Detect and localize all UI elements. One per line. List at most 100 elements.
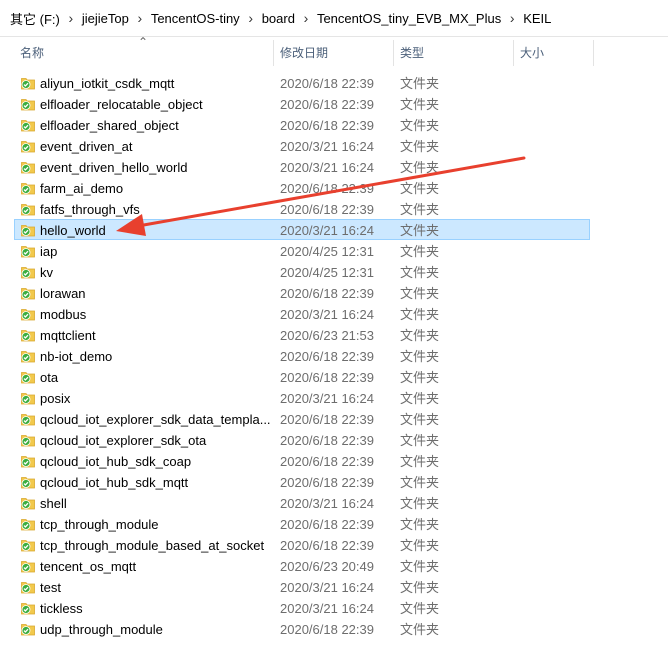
column-divider[interactable]: [273, 40, 274, 66]
file-type: 文件夹: [400, 370, 440, 385]
table-row[interactable]: mqttclient 2020/6/23 21:53 文件夹: [14, 324, 590, 345]
folder-icon: [21, 456, 35, 468]
file-name: qcloud_iot_explorer_sdk_ota: [40, 433, 207, 448]
breadcrumb-item[interactable]: 其它 (F:): [0, 9, 64, 28]
breadcrumb-chevron-icon[interactable]: ›: [64, 10, 78, 26]
table-row[interactable]: aliyun_iotkit_csdk_mqtt 2020/6/18 22:39 文件…: [14, 72, 590, 93]
file-modified-date: 2020/6/18 22:39: [280, 286, 374, 301]
folder-icon: [21, 267, 35, 279]
folder-icon: [21, 120, 35, 132]
file-type: 文件夹: [400, 412, 440, 427]
folder-icon: [21, 183, 35, 195]
file-name: fatfs_through_vfs: [40, 202, 140, 217]
folder-icon: [21, 603, 35, 615]
table-row[interactable]: event_driven_at 2020/3/21 16:24 文件夹: [14, 135, 590, 156]
folder-icon: [21, 162, 35, 174]
table-row[interactable]: qcloud_iot_hub_sdk_coap 2020/6/18 22:39 文件…: [14, 450, 590, 471]
column-header-type[interactable]: 类型: [400, 44, 424, 62]
table-row[interactable]: elfloader_shared_object 2020/6/18 22:39 文件…: [14, 114, 590, 135]
breadcrumb-item[interactable]: board: [258, 11, 299, 26]
file-name: event_driven_at: [40, 139, 133, 154]
table-row[interactable]: tencent_os_mqtt 2020/6/23 20:49 文件夹: [14, 555, 590, 576]
table-row[interactable]: nb-iot_demo 2020/6/18 22:39 文件夹: [14, 345, 590, 366]
table-row[interactable]: udp_through_module 2020/6/18 22:39 文件夹: [14, 618, 590, 639]
file-type: 文件夹: [400, 97, 440, 112]
folder-icon: [21, 330, 35, 342]
folder-icon: [21, 414, 35, 426]
table-row[interactable]: test 2020/3/21 16:24 文件夹: [14, 576, 590, 597]
file-name: elfloader_relocatable_object: [40, 97, 203, 112]
file-modified-date: 2020/3/21 16:24: [280, 496, 374, 511]
column-header-date[interactable]: 修改日期: [280, 44, 328, 62]
table-row[interactable]: elfloader_relocatable_object 2020/6/18 22…: [14, 93, 590, 114]
table-row[interactable]: farm_ai_demo 2020/6/18 22:39 文件夹: [14, 177, 590, 198]
file-modified-date: 2020/3/21 16:24: [280, 307, 374, 322]
column-divider[interactable]: [593, 40, 594, 66]
folder-icon: [21, 624, 35, 636]
breadcrumb-item[interactable]: KEIL: [519, 11, 555, 26]
table-row[interactable]: kv 2020/4/25 12:31 文件夹: [14, 261, 590, 282]
breadcrumb-item[interactable]: TencentOS_tiny_EVB_MX_Plus: [313, 11, 505, 26]
table-row[interactable]: modbus 2020/3/21 16:24 文件夹: [14, 303, 590, 324]
file-type: 文件夹: [400, 622, 440, 637]
file-type: 文件夹: [400, 433, 440, 448]
table-row[interactable]: shell 2020/3/21 16:24 文件夹: [14, 492, 590, 513]
file-name: ota: [40, 370, 59, 385]
table-row[interactable]: tcp_through_module 2020/6/18 22:39 文件夹: [14, 513, 590, 534]
file-type: 文件夹: [400, 475, 440, 490]
column-header-size[interactable]: 大小: [520, 44, 544, 62]
column-divider[interactable]: [393, 40, 394, 66]
file-name: tcp_through_module_based_at_socket: [40, 538, 265, 553]
breadcrumb-chevron-icon[interactable]: ›: [505, 10, 519, 26]
breadcrumb-chevron-icon[interactable]: ›: [299, 10, 313, 26]
file-modified-date: 2020/6/18 22:39: [280, 433, 374, 448]
file-name: event_driven_hello_world: [40, 160, 188, 175]
file-modified-date: 2020/6/18 22:39: [280, 622, 374, 637]
column-divider[interactable]: [513, 40, 514, 66]
folder-icon: [21, 204, 35, 216]
table-row[interactable]: lorawan 2020/6/18 22:39 文件夹: [14, 282, 590, 303]
file-type: 文件夹: [400, 559, 440, 574]
column-header-name[interactable]: 名称: [20, 44, 44, 62]
folder-icon: [21, 498, 35, 510]
file-modified-date: 2020/3/21 16:24: [280, 139, 374, 154]
table-row[interactable]: qcloud_iot_explorer_sdk_ota 2020/6/18 22:…: [14, 429, 590, 450]
file-modified-date: 2020/6/18 22:39: [280, 349, 374, 364]
table-row[interactable]: qcloud_iot_hub_sdk_mqtt 2020/6/18 22:39 文件…: [14, 471, 590, 492]
table-row[interactable]: posix 2020/3/21 16:24 文件夹: [14, 387, 590, 408]
folder-icon: [21, 99, 35, 111]
file-type: 文件夹: [400, 244, 440, 259]
file-type: 文件夹: [400, 265, 440, 280]
table-row[interactable]: fatfs_through_vfs 2020/6/18 22:39 文件夹: [14, 198, 590, 219]
breadcrumb-item[interactable]: jiejieTop: [78, 11, 133, 26]
folder-icon: [21, 351, 35, 363]
folder-icon: [21, 477, 35, 489]
table-row[interactable]: event_driven_hello_world 2020/3/21 16:24 文…: [14, 156, 590, 177]
breadcrumb-item[interactable]: TencentOS-tiny: [147, 11, 244, 26]
file-name: qcloud_iot_hub_sdk_mqtt: [40, 475, 189, 490]
file-type: 文件夹: [400, 181, 440, 196]
file-name: aliyun_iotkit_csdk_mqtt: [40, 76, 175, 91]
table-row[interactable]: tickless 2020/3/21 16:24 文件夹: [14, 597, 590, 618]
breadcrumb-chevron-icon[interactable]: ›: [133, 10, 147, 26]
folder-icon: [21, 540, 35, 552]
file-modified-date: 2020/3/21 16:24: [280, 601, 374, 616]
file-modified-date: 2020/6/18 22:39: [280, 181, 374, 196]
table-row[interactable]: ota 2020/6/18 22:39 文件夹: [14, 366, 590, 387]
file-modified-date: 2020/6/18 22:39: [280, 370, 374, 385]
folder-icon: [21, 561, 35, 573]
file-type: 文件夹: [400, 328, 440, 343]
table-row[interactable]: tcp_through_module_based_at_socket 2020/6…: [14, 534, 590, 555]
file-name: iap: [40, 244, 58, 259]
table-row-selected[interactable]: hello_world 2020/3/21 16:24 文件夹: [14, 219, 590, 240]
file-modified-date: 2020/4/25 12:31: [280, 265, 374, 280]
folder-icon: [21, 393, 35, 405]
file-type: 文件夹: [400, 118, 440, 133]
folder-icon: [21, 225, 35, 237]
table-row[interactable]: qcloud_iot_explorer_sdk_data_templa... 20…: [14, 408, 590, 429]
breadcrumb-chevron-icon[interactable]: ›: [244, 10, 258, 26]
file-type: 文件夹: [400, 580, 440, 595]
table-row[interactable]: iap 2020/4/25 12:31 文件夹: [14, 240, 590, 261]
file-name: udp_through_module: [40, 622, 163, 637]
file-type: 文件夹: [400, 601, 440, 616]
